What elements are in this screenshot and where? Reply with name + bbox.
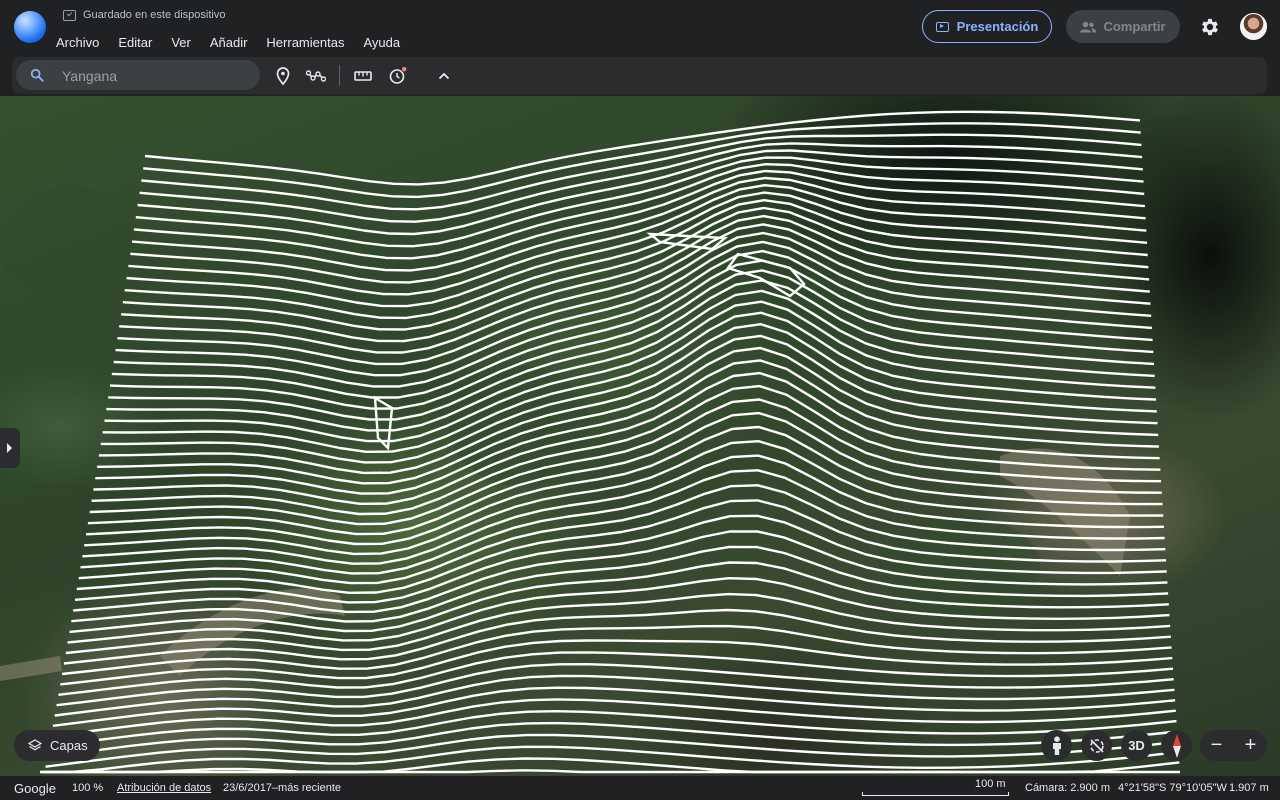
reset-tilt-button[interactable] — [1081, 730, 1112, 761]
search-box[interactable] — [16, 60, 260, 90]
menu-herramientas[interactable]: Herramientas — [266, 35, 344, 50]
save-status: Guardado en este dispositivo — [63, 9, 225, 21]
tilt-reset-icon — [1089, 738, 1104, 753]
compass-button[interactable] — [1161, 730, 1192, 761]
menu-bar: Archivo Editar Ver Añadir Herramientas A… — [56, 35, 419, 50]
people-icon — [1080, 21, 1097, 32]
google-brand: Google — [14, 781, 56, 796]
layers-button[interactable]: Capas — [14, 730, 100, 761]
menu-anadir[interactable]: Añadir — [210, 35, 248, 50]
contour-line — [40, 769, 1180, 774]
side-panel-toggle[interactable] — [0, 428, 20, 468]
placemark-icon[interactable] — [273, 66, 293, 86]
data-attribution-link[interactable]: Atribución de datos — [117, 782, 211, 794]
earth-logo-icon[interactable] — [14, 11, 46, 43]
toolbar-divider — [339, 65, 340, 86]
gear-icon[interactable] — [1199, 16, 1221, 38]
scale-bar — [862, 792, 1009, 796]
user-avatar[interactable] — [1240, 13, 1267, 40]
camera-altitude: Cámara: 2.900 m — [1025, 782, 1110, 794]
path-icon[interactable] — [306, 66, 326, 86]
chevron-up-icon[interactable] — [434, 66, 454, 86]
map-toolbar — [12, 57, 1267, 94]
3d-label: 3D — [1128, 738, 1145, 753]
zoom-in-button[interactable]: + — [1234, 730, 1267, 761]
contour-line — [52, 686, 1176, 727]
map-view[interactable] — [0, 96, 1280, 776]
historical-imagery-icon[interactable] — [387, 66, 407, 86]
saved-check-icon — [63, 9, 76, 21]
imagery-date: 23/6/2017–más reciente — [223, 782, 342, 794]
pegman-icon — [1052, 735, 1061, 755]
save-status-text: Guardado en este dispositivo — [83, 9, 226, 21]
presentation-label: Presentación — [956, 19, 1039, 34]
contour-lines — [40, 110, 1180, 774]
menu-ver[interactable]: Ver — [171, 35, 191, 50]
zoom-controls: − + — [1200, 730, 1267, 761]
coordinates: 4°21'58"S 79°10'05"W — [1118, 782, 1227, 794]
compass-icon — [1172, 733, 1181, 758]
elevation: 1.907 m — [1229, 782, 1269, 794]
search-icon — [30, 68, 44, 82]
share-label: Compartir — [1103, 19, 1166, 34]
zoom-level: 100 % — [72, 782, 104, 794]
layers-label: Capas — [50, 738, 88, 753]
menu-archivo[interactable]: Archivo — [56, 35, 99, 50]
contour-overlay — [0, 110, 1180, 774]
slideshow-icon — [935, 21, 949, 32]
layers-icon — [28, 738, 42, 751]
share-button[interactable]: Compartir — [1066, 10, 1180, 43]
ruler-icon[interactable] — [353, 66, 373, 86]
contour-line — [50, 698, 1176, 738]
menu-ayuda[interactable]: Ayuda — [363, 35, 400, 50]
status-bar: Google 100 % Atribución de datos 23/6/20… — [0, 776, 1280, 800]
scale-label: 100 m — [975, 778, 1006, 790]
3d-toggle-button[interactable]: 3D — [1121, 730, 1152, 761]
presentation-button[interactable]: Presentación — [922, 10, 1052, 43]
app-header: Guardado en este dispositivo Archivo Edi… — [0, 0, 1280, 57]
menu-editar[interactable]: Editar — [118, 35, 152, 50]
zoom-out-button[interactable]: − — [1200, 730, 1233, 761]
street-view-button[interactable] — [1041, 730, 1072, 761]
search-input[interactable] — [60, 64, 254, 88]
contour-line — [49, 710, 1177, 748]
